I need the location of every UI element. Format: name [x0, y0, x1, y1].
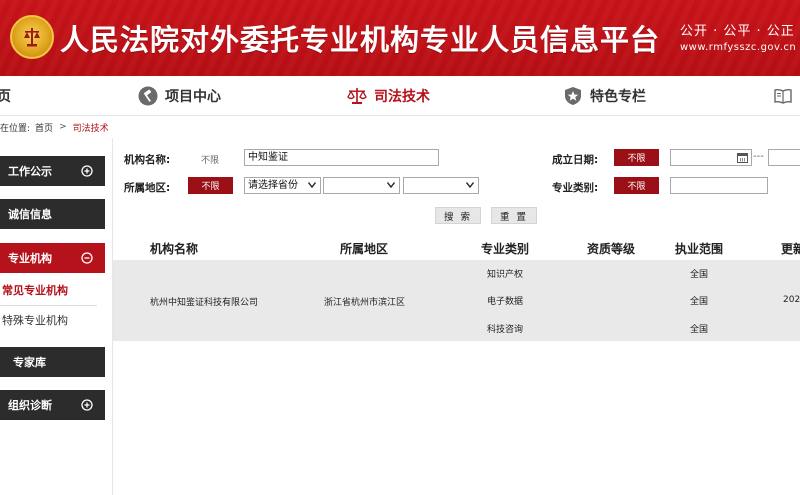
sidebar-sub-special-org[interactable]: 特殊专业机构 [0, 307, 105, 333]
table-header-org-name: 机构名称 [150, 242, 199, 256]
founded-date-label: 成立日期: [552, 154, 599, 166]
table-header-category: 专业类别 [481, 242, 530, 256]
cell-scope: 全国 [690, 270, 709, 280]
scales-emblem-icon [24, 28, 40, 47]
plus-circle-icon [81, 399, 93, 411]
nav-item-projects[interactable]: 项目中心 [138, 76, 221, 116]
court-emblem-icon [10, 15, 54, 59]
sidebar-item-expert-lib[interactable]: 专家库 [0, 347, 105, 377]
calendar-icon [737, 153, 748, 163]
region-label: 所属地区: [124, 182, 171, 194]
scales-icon [347, 88, 367, 104]
cell-org-name[interactable]: 杭州中知鉴证科技有限公司 [150, 295, 258, 308]
chevron-down-icon [387, 182, 395, 188]
site-banner: 人民法院对外委托专业机构专业人员信息平台 公开 · 公平 · 公正 www.rm… [0, 0, 800, 76]
site-title: 人民法院对外委托专业机构专业人员信息平台 [60, 23, 661, 57]
city-select[interactable] [323, 177, 400, 194]
chevron-down-icon [466, 182, 474, 188]
sidebar-item-work-notice[interactable]: 工作公示 [0, 156, 105, 186]
nav-item-more[interactable] [773, 76, 793, 116]
district-select[interactable] [403, 177, 479, 194]
star-shield-icon [565, 87, 581, 105]
sidebar-org-diagnosis-label: 组织诊断 [8, 399, 52, 412]
cell-scope: 全国 [690, 297, 709, 307]
sidebar-expert-lib-label: 专家库 [13, 356, 46, 369]
nav-home-label: 页 [0, 89, 11, 105]
breadcrumb-prefix: 在位置: [0, 123, 31, 134]
province-select-value: 请选择省份 [248, 180, 298, 191]
breadcrumb-home-link[interactable]: 首页 [35, 121, 53, 134]
site-domain: www.rmfysszc.gov.cn [680, 42, 797, 53]
sidebar: 工作公示 诚信信息 专业机构 常见专业机构 特殊专业机构 专家库 组织诊断 [0, 138, 105, 495]
cell-category: 知识产权 [487, 270, 524, 280]
founded-date-start-input[interactable] [670, 149, 752, 166]
table-header-updated: 更新 [781, 242, 800, 256]
org-name-label: 机构名称: [124, 154, 171, 166]
nav-item-judicial-tech[interactable]: 司法技术 [347, 76, 430, 116]
sidebar-credit-info-label: 诚信信息 [8, 208, 52, 221]
nav-featured-label: 特色专栏 [590, 89, 646, 105]
sidebar-divider [0, 305, 97, 306]
nav-judicial-tech-label: 司法技术 [374, 89, 430, 105]
nav-item-home[interactable]: 页 [0, 76, 11, 116]
sidebar-item-professional-org[interactable]: 专业机构 [0, 243, 105, 273]
table-header-scope: 执业范围 [675, 242, 724, 256]
table-header-region: 所属地区 [340, 242, 389, 256]
category-unlimited-button[interactable]: 不限 [614, 177, 659, 194]
nav-projects-label: 项目中心 [165, 89, 221, 105]
sidebar-professional-org-label: 专业机构 [8, 252, 52, 265]
region-unlimited-button[interactable]: 不限 [188, 177, 233, 194]
founded-date-unlimited-button[interactable]: 不限 [614, 149, 659, 166]
founded-date-end-input[interactable] [768, 149, 800, 166]
plus-circle-icon [81, 165, 93, 177]
sidebar-sub-common-org[interactable]: 常见专业机构 [0, 277, 105, 303]
breadcrumb: 在位置: 首页 > 司法技术 [0, 116, 800, 138]
cell-scope: 全国 [690, 325, 709, 335]
cell-category: 电子数据 [487, 297, 524, 307]
main-nav: 页 项目中心 司法技术 特色专栏 [0, 76, 800, 116]
sidebar-common-org-label: 常见专业机构 [2, 284, 68, 297]
cell-category: 科技咨询 [487, 325, 524, 335]
nav-item-featured[interactable]: 特色专栏 [563, 76, 646, 116]
book-icon [774, 88, 792, 104]
org-name-unlimited-option[interactable]: 不限 [201, 153, 219, 166]
sidebar-item-org-diagnosis[interactable]: 组织诊断 [0, 390, 105, 420]
table-header-qualification: 资质等级 [587, 242, 636, 256]
breadcrumb-current: 司法技术 [72, 123, 109, 134]
org-name-input[interactable]: 中知鉴证 [244, 149, 439, 166]
cell-region: 浙江省杭州市滨江区 [324, 298, 406, 308]
chevron-down-icon [308, 182, 316, 188]
cell-updated: 2023 [783, 295, 800, 305]
search-button[interactable]: 搜 索 [435, 207, 481, 224]
breadcrumb-separator: > [59, 122, 67, 132]
minus-circle-icon [81, 252, 93, 264]
sidebar-item-credit-info[interactable]: 诚信信息 [0, 199, 105, 229]
sidebar-special-org-label: 特殊专业机构 [2, 314, 68, 327]
category-input[interactable] [670, 177, 768, 194]
sidebar-work-notice-label: 工作公示 [8, 165, 52, 178]
date-range-separator: --- [753, 151, 764, 162]
reset-button[interactable]: 重 置 [491, 207, 537, 224]
province-select[interactable]: 请选择省份 [244, 177, 321, 194]
category-label: 专业类别: [552, 182, 599, 194]
gavel-circle-icon [138, 86, 158, 106]
site-motto: 公开 · 公平 · 公正 [680, 24, 795, 39]
